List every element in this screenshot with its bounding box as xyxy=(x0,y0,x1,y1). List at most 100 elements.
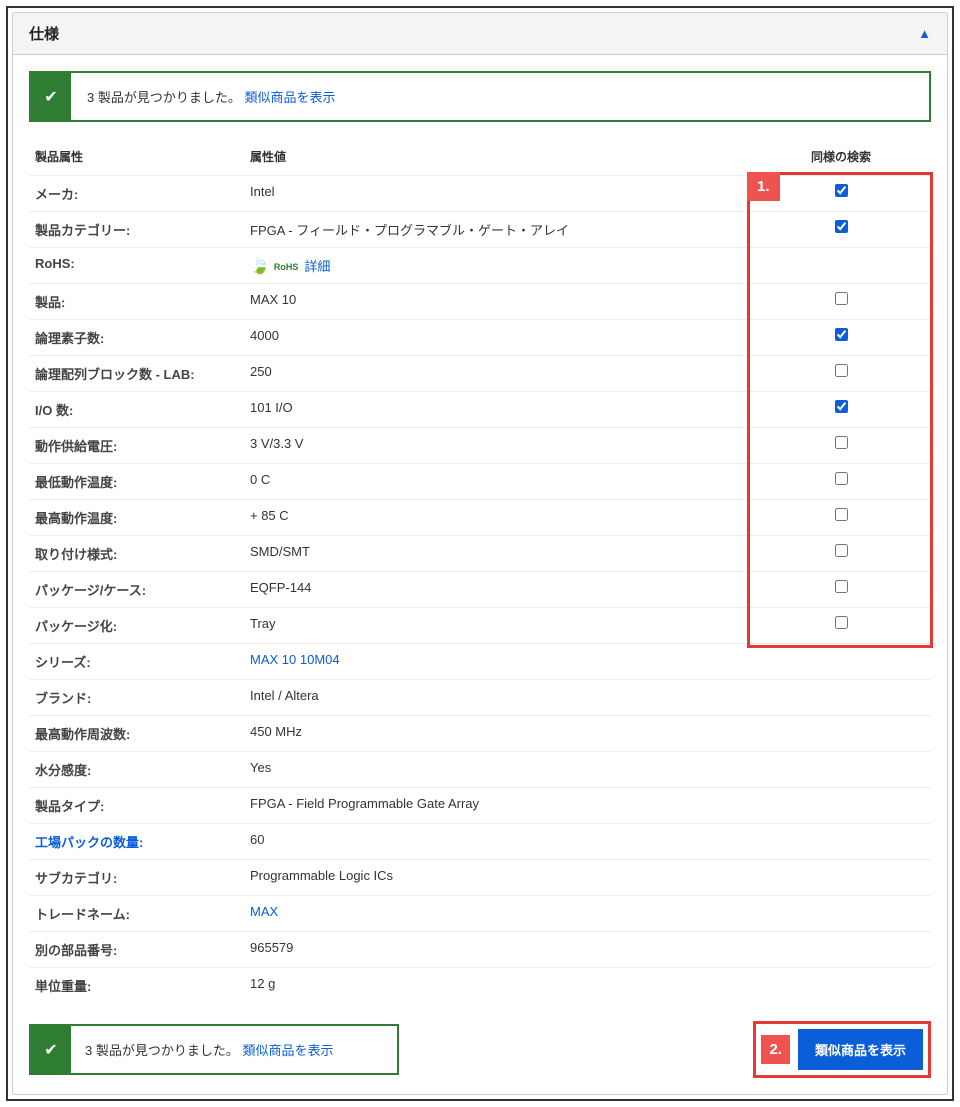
alert-bottom-message: 3 製品が見つかりました。 xyxy=(85,1043,242,1058)
table-row: 別の部品番号:965579 xyxy=(29,932,931,968)
chk-cell xyxy=(751,392,931,428)
spec-table: 製品属性 属性値 同様の検索 メーカ:Intel製品カテゴリー:FPGA - フ… xyxy=(29,140,931,1003)
val-cell: 101 I/O xyxy=(244,392,751,428)
chk-cell xyxy=(751,788,931,824)
attr-cell: ブランド: xyxy=(29,680,244,716)
attr-cell: 取り付け様式: xyxy=(29,536,244,572)
chk-cell xyxy=(751,248,931,284)
attr-cell: 最低動作温度: xyxy=(29,464,244,500)
val-cell: 4000 xyxy=(244,320,751,356)
attr-cell: 製品タイプ: xyxy=(29,788,244,824)
alert-top-body: 3 製品が見つかりました。 類似商品を表示 xyxy=(71,73,351,120)
panel-body: ✔ 3 製品が見つかりました。 類似商品を表示 製品属性 属性値 同様の検索 xyxy=(13,55,947,1094)
attr-cell: 製品カテゴリー: xyxy=(29,212,244,248)
table-row: パッケージ化:Tray xyxy=(29,608,931,644)
chk-cell xyxy=(751,212,931,248)
search-similar-checkbox[interactable] xyxy=(835,544,848,557)
alert-top-message: 3 製品が見つかりました。 xyxy=(87,90,244,105)
table-row: 最低動作温度:0 C xyxy=(29,464,931,500)
val-cell: 450 MHz xyxy=(244,716,751,752)
attr-cell: 単位重量: xyxy=(29,968,244,1004)
chk-cell xyxy=(751,860,931,896)
search-similar-checkbox[interactable] xyxy=(835,616,848,629)
chk-cell xyxy=(751,716,931,752)
chk-cell xyxy=(751,644,931,680)
val-cell: Programmable Logic ICs xyxy=(244,860,751,896)
val-cell: 3 V/3.3 V xyxy=(244,428,751,464)
search-similar-checkbox[interactable] xyxy=(835,364,848,377)
attr-link[interactable]: 工場パックの数量: xyxy=(35,835,143,850)
outer-frame: 仕様 ▲ ✔ 3 製品が見つかりました。 類似商品を表示 製品属性 属性値 同 xyxy=(6,6,954,1101)
search-similar-checkbox[interactable] xyxy=(835,400,848,413)
val-cell: + 85 C xyxy=(244,500,751,536)
attr-cell: RoHS: xyxy=(29,248,244,284)
chk-cell xyxy=(751,176,931,212)
attr-cell: 製品: xyxy=(29,284,244,320)
val-cell: EQFP-144 xyxy=(244,572,751,608)
chk-cell xyxy=(751,680,931,716)
chk-cell xyxy=(751,356,931,392)
rohs-detail-link[interactable]: 詳細 xyxy=(304,259,330,274)
attr-cell: パッケージ化: xyxy=(29,608,244,644)
search-similar-checkbox[interactable] xyxy=(835,436,848,449)
panel-header[interactable]: 仕様 ▲ xyxy=(13,13,947,55)
table-row: 水分感度:Yes xyxy=(29,752,931,788)
val-cell: 965579 xyxy=(244,932,751,968)
search-similar-checkbox[interactable] xyxy=(835,220,848,233)
val-cell: 250 xyxy=(244,356,751,392)
table-row: サブカテゴリ:Programmable Logic ICs xyxy=(29,860,931,896)
rohs-icon: 🍃RoHS xyxy=(250,259,298,275)
chk-cell xyxy=(751,824,931,860)
val-cell: Intel / Altera xyxy=(244,680,751,716)
search-similar-checkbox[interactable] xyxy=(835,292,848,305)
table-row: メーカ:Intel xyxy=(29,176,931,212)
table-row: トレードネーム: MAX xyxy=(29,896,931,932)
val-cell: Tray xyxy=(244,608,751,644)
attr-cell: 論理配列ブロック数 - LAB: xyxy=(29,356,244,392)
alert-top-link[interactable]: 類似商品を表示 xyxy=(244,90,335,105)
search-similar-checkbox[interactable] xyxy=(835,472,848,485)
col-chk-header: 同様の検索 xyxy=(751,140,931,176)
chk-cell xyxy=(751,320,931,356)
table-row: RoHS: 🍃RoHS 詳細 xyxy=(29,248,931,284)
val-cell: FPGA - Field Programmable Gate Array xyxy=(244,788,751,824)
val-cell: MAX 10 xyxy=(244,284,751,320)
table-row: 製品カテゴリー:FPGA - フィールド・プログラマブル・ゲート・アレイ xyxy=(29,212,931,248)
chk-cell xyxy=(751,608,931,644)
chk-cell xyxy=(751,968,931,1004)
val-cell: FPGA - フィールド・プログラマブル・ゲート・アレイ xyxy=(244,212,751,248)
chk-cell xyxy=(751,752,931,788)
search-similar-checkbox[interactable] xyxy=(835,184,848,197)
table-row: 最高動作周波数:450 MHz xyxy=(29,716,931,752)
val-cell: MAX 10 10M04 xyxy=(244,644,751,680)
search-similar-checkbox[interactable] xyxy=(835,328,848,341)
chevron-up-icon[interactable]: ▲ xyxy=(918,26,931,41)
table-row: 製品:MAX 10 xyxy=(29,284,931,320)
val-cell: 0 C xyxy=(244,464,751,500)
table-wrapper: 製品属性 属性値 同様の検索 メーカ:Intel製品カテゴリー:FPGA - フ… xyxy=(29,140,931,1003)
col-val-header: 属性値 xyxy=(244,140,751,176)
val-cell: 60 xyxy=(244,824,751,860)
table-row: 取り付け様式:SMD/SMT xyxy=(29,536,931,572)
val-link[interactable]: MAX 10 10M04 xyxy=(250,652,340,667)
chk-cell xyxy=(751,932,931,968)
attr-cell: トレードネーム: xyxy=(29,896,244,932)
val-cell: Intel xyxy=(244,176,751,212)
search-similar-checkbox[interactable] xyxy=(835,580,848,593)
attr-cell: 動作供給電圧: xyxy=(29,428,244,464)
attr-cell: パッケージ/ケース: xyxy=(29,572,244,608)
spec-panel: 仕様 ▲ ✔ 3 製品が見つかりました。 類似商品を表示 製品属性 属性値 同 xyxy=(12,12,948,1095)
table-row: 論理素子数:4000 xyxy=(29,320,931,356)
attr-cell: 別の部品番号: xyxy=(29,932,244,968)
val-link[interactable]: MAX xyxy=(250,904,278,919)
search-similar-checkbox[interactable] xyxy=(835,508,848,521)
attr-cell: 最高動作周波数: xyxy=(29,716,244,752)
attr-cell: I/O 数: xyxy=(29,392,244,428)
table-row: シリーズ:MAX 10 10M04 xyxy=(29,644,931,680)
chk-cell xyxy=(751,572,931,608)
check-icon: ✔ xyxy=(31,73,71,120)
attr-cell: サブカテゴリ: xyxy=(29,860,244,896)
alert-bottom-link[interactable]: 類似商品を表示 xyxy=(242,1043,333,1058)
chk-cell xyxy=(751,464,931,500)
table-row: 単位重量:12 g xyxy=(29,968,931,1004)
